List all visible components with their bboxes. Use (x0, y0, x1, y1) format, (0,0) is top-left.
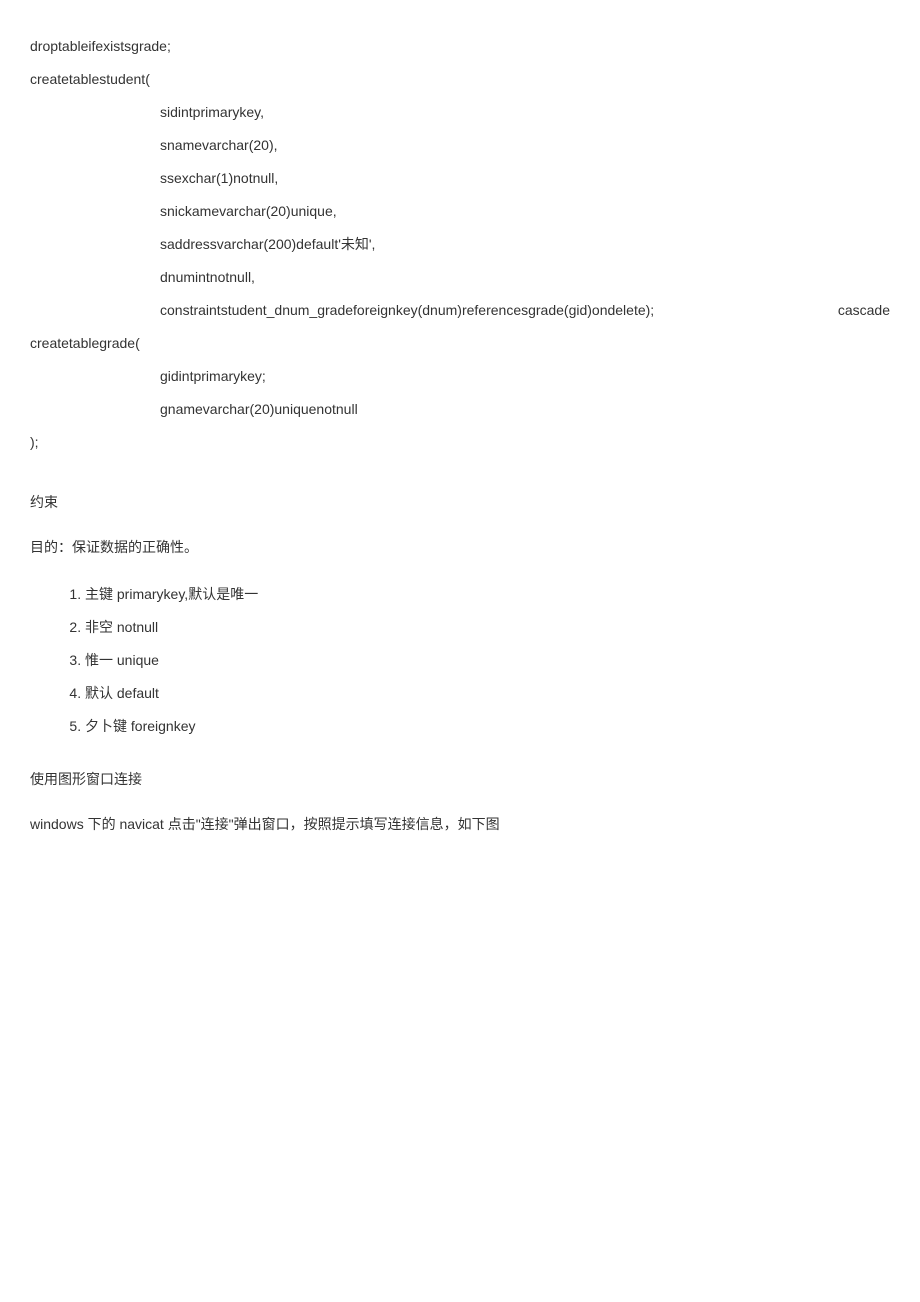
constraint-right: cascade (838, 300, 890, 321)
code-line: createtablestudent( (30, 63, 890, 96)
list-item: 默认 default (85, 677, 890, 710)
constraint-left: constraintstudent_dnum_gradeforeignkey(d… (30, 300, 654, 321)
code-line: gidintprimarykey; (30, 360, 890, 393)
code-line: snamevarchar(20), (30, 129, 890, 162)
code-line: sidintprimarykey, (30, 96, 890, 129)
code-line: dnumintnotnull, (30, 261, 890, 294)
paragraph-purpose: 目的：保证数据的正确性。 (30, 529, 890, 566)
heading-constraints: 约束 (30, 484, 890, 521)
code-line-constraint: constraintstudent_dnum_gradeforeignkey(d… (30, 294, 890, 327)
list-item: 非空 notnull (85, 611, 890, 644)
code-line: saddressvarchar(200)default'未知', (30, 228, 890, 261)
list-item: 主键 primarykey,默认是唯一 (85, 578, 890, 611)
list-item: 夕卜键 foreignkey (85, 710, 890, 743)
code-line: ssexchar(1)notnull, (30, 162, 890, 195)
paragraph-gui: windows 下的 navicat 点击"连接"弹出窗口，按照提示填写连接信息… (30, 806, 890, 843)
code-line: droptableifexistsgrade; (30, 30, 890, 63)
constraints-list: 主键 primarykey,默认是唯一 非空 notnull 惟一 unique… (30, 578, 890, 743)
list-item: 惟一 unique (85, 644, 890, 677)
code-line: snickamevarchar(20)unique, (30, 195, 890, 228)
code-block-student: droptableifexistsgrade; createtablestude… (30, 30, 890, 459)
heading-gui: 使用图形窗口连接 (30, 761, 890, 798)
code-line: gnamevarchar(20)uniquenotnull (30, 393, 890, 426)
code-line: createtablegrade( (30, 327, 890, 360)
code-line: ); (30, 426, 890, 459)
